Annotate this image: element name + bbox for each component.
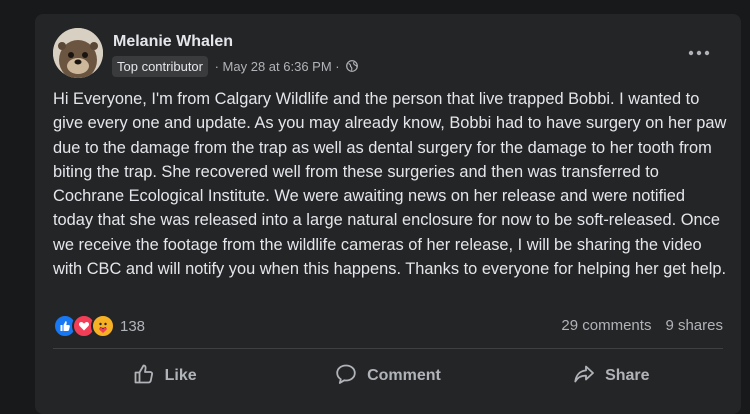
engagement-counts: 29 comments 9 shares xyxy=(561,317,723,334)
post-timestamp[interactable]: · May 28 at 6:36 PM · xyxy=(211,59,343,74)
share-icon xyxy=(573,363,595,390)
thumbs-up-icon xyxy=(133,363,155,390)
post-text: Hi Everyone, I'm from Calgary Wildlife a… xyxy=(53,90,727,279)
comments-count[interactable]: 29 comments xyxy=(561,317,651,334)
post-meta: Top contributor · May 28 at 6:36 PM · xyxy=(112,54,359,78)
top-contributor-badge[interactable]: Top contributor xyxy=(112,55,208,77)
avatar[interactable] xyxy=(53,28,103,78)
like-button[interactable]: Like xyxy=(53,354,276,398)
share-button[interactable]: Share xyxy=(500,354,723,398)
reaction-count[interactable]: 138 xyxy=(120,318,145,335)
divider xyxy=(53,348,723,349)
comment-button[interactable]: Comment xyxy=(276,354,499,398)
care-reaction-icon xyxy=(91,314,115,338)
more-options-icon[interactable] xyxy=(681,38,717,68)
action-bar: Like Comment Share xyxy=(53,354,723,398)
post-stats: 138 29 comments 9 shares xyxy=(53,312,723,340)
post-header: Melanie Whalen Top contributor · May 28 … xyxy=(53,28,725,80)
reactions-summary[interactable]: 138 xyxy=(53,314,145,338)
share-label: Share xyxy=(605,367,650,384)
globe-icon[interactable] xyxy=(346,60,359,72)
like-label: Like xyxy=(164,367,197,384)
post-card: Melanie Whalen Top contributor · May 28 … xyxy=(35,14,741,414)
shares-count[interactable]: 9 shares xyxy=(665,317,723,334)
comment-icon xyxy=(335,363,357,390)
author-name[interactable]: Melanie Whalen xyxy=(113,33,233,51)
comment-label: Comment xyxy=(367,367,441,384)
